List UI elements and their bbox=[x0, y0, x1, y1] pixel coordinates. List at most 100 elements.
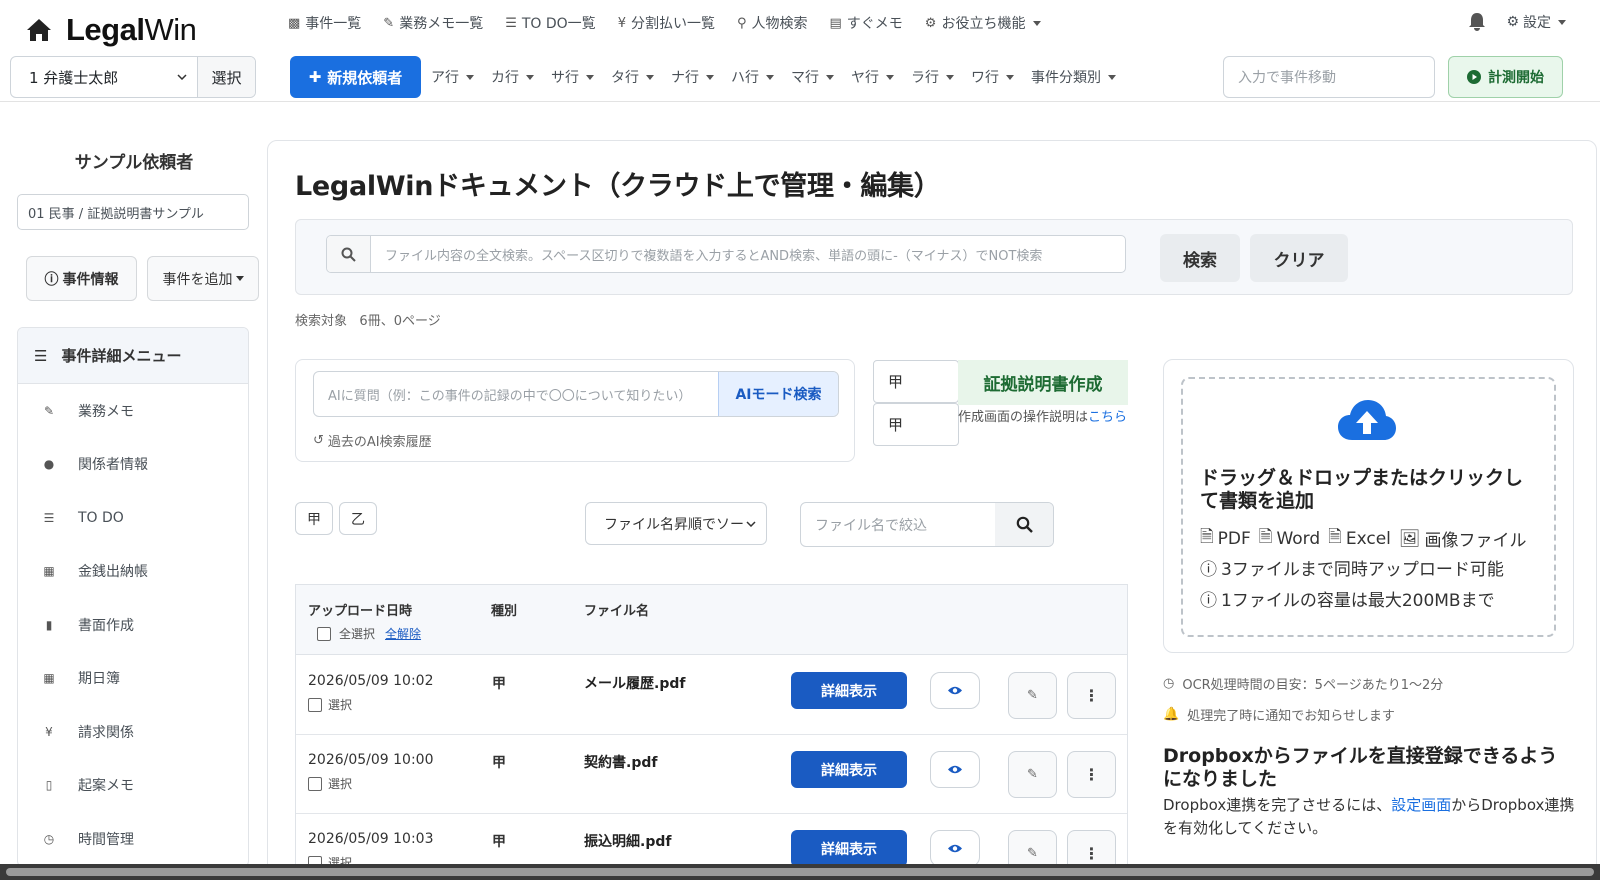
tag-filter-ko[interactable]: 甲 bbox=[295, 502, 333, 535]
kana-tab-na[interactable]: ナ行 bbox=[671, 67, 714, 87]
kana-tab-wa[interactable]: ワ行 bbox=[971, 67, 1014, 87]
chevron-down-icon bbox=[746, 520, 756, 527]
more-vertical-icon: ⋮ bbox=[1083, 844, 1100, 863]
case-label[interactable]: 01 民事 / 証拠説明書サンプル bbox=[17, 194, 249, 230]
kana-tab-a[interactable]: ア行 bbox=[431, 67, 474, 87]
new-client-button[interactable]: ✚ 新規依頼者 bbox=[290, 56, 421, 98]
more-menu-button[interactable]: ⋮ bbox=[1067, 830, 1116, 864]
detail-button[interactable]: 詳細表示 bbox=[791, 751, 907, 788]
kana-tab-ya[interactable]: ヤ行 bbox=[851, 67, 894, 87]
menu-memos[interactable]: ✎ 業務メモ一覧 bbox=[383, 13, 483, 33]
sidebar-item-parties[interactable]: ● 関係者情報 bbox=[18, 438, 248, 492]
settings-menu[interactable]: ⚙ 設定 bbox=[1506, 12, 1566, 32]
menu-installments[interactable]: ¥ 分割払い一覧 bbox=[618, 13, 715, 33]
file-word-icon: 🗎 bbox=[1258, 527, 1273, 547]
case-jump-input[interactable]: 入力で事件移動 bbox=[1223, 56, 1435, 98]
row-filename[interactable]: 振込明細.pdf bbox=[584, 831, 671, 851]
party-select-2[interactable]: 甲 bbox=[873, 403, 959, 446]
sidebar-item-schedule[interactable]: ▦ 期日簿 bbox=[18, 652, 248, 706]
calendar-icon: ▦ bbox=[43, 671, 55, 686]
pencil-icon: ✎ bbox=[1027, 846, 1038, 861]
row-select: 選択 bbox=[308, 696, 352, 713]
search-placeholder: ファイル内容の全文検索。スペース区切りで複数語を入力するとAND検索、単語の頭に… bbox=[385, 248, 1043, 264]
kana-tab-ma[interactable]: マ行 bbox=[791, 67, 834, 87]
lawyer-select[interactable]: 1 弁護士太郎 bbox=[11, 57, 197, 97]
sidebar-item-todo[interactable]: ☰ TO DO bbox=[18, 491, 248, 545]
sidebar-item-drafts[interactable]: ▯ 起案メモ bbox=[18, 759, 248, 813]
sidebar-item-cashbook[interactable]: ▦ 金銭出納帳 bbox=[18, 545, 248, 599]
row-kind: 甲 bbox=[492, 755, 506, 771]
dropbox-settings-link[interactable]: 設定画面 bbox=[1391, 796, 1451, 814]
menu-todos[interactable]: ☰ TO DO一覧 bbox=[505, 13, 595, 33]
clear-button[interactable]: クリア bbox=[1250, 234, 1348, 282]
menu-quick-memo[interactable]: ▤ すぐメモ bbox=[830, 13, 903, 33]
select-all-label: 全選択 bbox=[339, 627, 376, 641]
preview-button[interactable] bbox=[930, 830, 980, 864]
scrollbar-thumb[interactable] bbox=[6, 868, 1594, 876]
ai-question-input[interactable]: AIに質問（例：この事件の記録の中で〇〇について知りたい） bbox=[314, 372, 718, 416]
detail-button[interactable]: 詳細表示 bbox=[791, 672, 907, 709]
ai-search-button[interactable]: AIモード検索 bbox=[718, 372, 838, 416]
row-checkbox[interactable] bbox=[308, 776, 322, 791]
row-checkbox[interactable] bbox=[308, 697, 322, 712]
timer-start-button[interactable]: 計測開始 bbox=[1448, 56, 1563, 98]
lawyer-select-button[interactable]: 選択 bbox=[197, 57, 255, 97]
row-checkbox[interactable] bbox=[308, 855, 322, 864]
info-icon: ⓘ bbox=[1200, 591, 1217, 611]
tag-filter-otsu[interactable]: 乙 bbox=[339, 502, 377, 535]
filter-search-button[interactable] bbox=[995, 503, 1053, 546]
play-circle-icon bbox=[1467, 70, 1481, 84]
sort-select[interactable]: ファイル名昇順でソート bbox=[585, 502, 767, 545]
table-row: 2026/05/09 10:00 選択 甲 契約書.pdf 詳細表示 ✎ ⋮ bbox=[296, 735, 1127, 814]
file-pdf-icon: 🗎 bbox=[1200, 527, 1214, 547]
bell-icon[interactable] bbox=[1468, 12, 1486, 32]
book-icon: ▯ bbox=[45, 778, 53, 793]
ai-history-link[interactable]: ↺ 過去のAI検索履歴 bbox=[313, 431, 432, 450]
fulltext-search-input[interactable]: ファイル内容の全文検索。スペース区切りで複数語を入力するとAND検索、単語の頭に… bbox=[326, 235, 1126, 273]
sidebar-item-billing[interactable]: ¥ 請求関係 bbox=[18, 705, 248, 759]
add-case-button[interactable]: 事件を追加 bbox=[147, 256, 259, 301]
horizontal-scrollbar[interactable] bbox=[0, 864, 1600, 880]
more-menu-button[interactable]: ⋮ bbox=[1067, 672, 1116, 719]
kana-tab-ra[interactable]: ラ行 bbox=[911, 67, 954, 87]
row-filename[interactable]: メール履歴.pdf bbox=[584, 673, 685, 693]
clear-all-link[interactable]: 全解除 bbox=[385, 625, 421, 642]
edit-button[interactable]: ✎ bbox=[1008, 830, 1057, 864]
edit-button[interactable]: ✎ bbox=[1008, 751, 1057, 798]
menu-person-search[interactable]: ⚲ 人物検索 bbox=[737, 13, 808, 33]
cloud-upload-icon bbox=[1337, 398, 1397, 442]
case-info-button[interactable]: ⓘ 事件情報 bbox=[26, 256, 137, 301]
chevron-down-icon bbox=[177, 74, 187, 80]
preview-button[interactable] bbox=[930, 751, 980, 788]
table-header: アップロード日時 種別 ファイル名 全選択 全解除 bbox=[296, 585, 1127, 655]
column-filename[interactable]: ファイル名 bbox=[584, 600, 649, 619]
plus-icon: ✚ bbox=[308, 68, 322, 86]
menu-cases[interactable]: ▩ 事件一覧 bbox=[288, 13, 361, 33]
preview-button[interactable] bbox=[930, 672, 980, 709]
caret-down-icon bbox=[1108, 74, 1116, 80]
column-uploaded[interactable]: アップロード日時 bbox=[308, 600, 412, 619]
logo[interactable]: LegalWin bbox=[26, 12, 197, 48]
more-menu-button[interactable]: ⋮ bbox=[1067, 751, 1116, 798]
sidebar-item-documents[interactable]: ▮ 書面作成 bbox=[18, 598, 248, 652]
kana-tab-sa[interactable]: サ行 bbox=[551, 67, 594, 87]
edit-button[interactable]: ✎ bbox=[1008, 672, 1057, 719]
menu-utilities[interactable]: ⚙ お役立ち機能 bbox=[925, 13, 1042, 33]
select-all-checkbox[interactable] bbox=[317, 626, 331, 641]
sidebar-item-time[interactable]: ◷ 時間管理 bbox=[18, 812, 248, 866]
evidence-help-link[interactable]: こちら bbox=[1088, 410, 1127, 425]
party-select-1[interactable]: 甲 bbox=[873, 360, 959, 403]
kana-tab-ha[interactable]: ハ行 bbox=[731, 67, 774, 87]
kana-tab-category[interactable]: 事件分類別 bbox=[1031, 67, 1116, 87]
search-button[interactable]: 検索 bbox=[1160, 234, 1240, 282]
row-filename[interactable]: 契約書.pdf bbox=[584, 752, 657, 772]
file-image-icon: 🖼 bbox=[1398, 528, 1421, 549]
detail-button[interactable]: 詳細表示 bbox=[791, 830, 907, 864]
case-menu-header: ☰ 事件詳細メニュー bbox=[18, 328, 248, 384]
evidence-create-button[interactable]: 証拠説明書作成 bbox=[958, 360, 1128, 405]
kana-tab-ta[interactable]: タ行 bbox=[611, 67, 654, 87]
filename-filter-input[interactable]: ファイル名で絞込 bbox=[801, 503, 995, 546]
sidebar-item-memos[interactable]: ✎ 業務メモ bbox=[18, 384, 248, 438]
kana-tab-ka[interactable]: カ行 bbox=[491, 67, 534, 87]
ai-search-group: AIに質問（例：この事件の記録の中で〇〇について知りたい） AIモード検索 bbox=[313, 371, 839, 417]
